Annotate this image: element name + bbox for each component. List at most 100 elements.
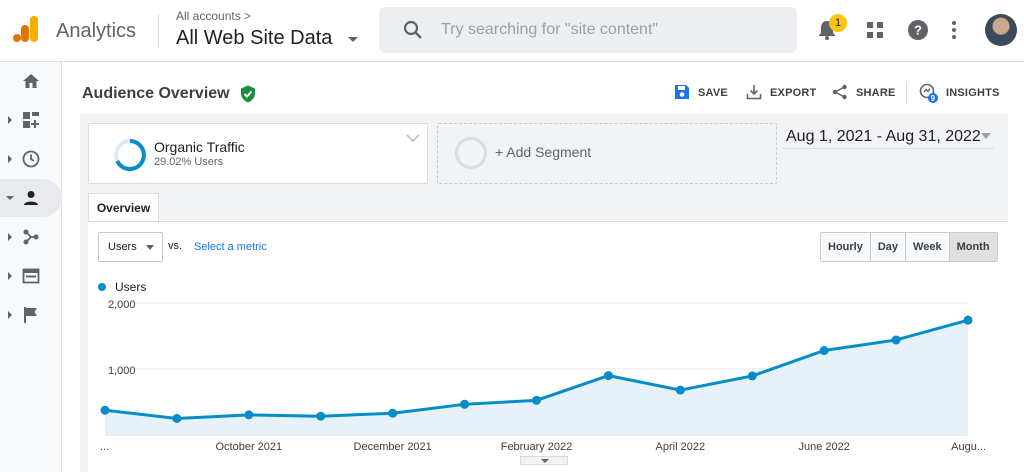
caret-down-icon[interactable] — [981, 133, 991, 139]
caret-down-icon[interactable] — [348, 37, 358, 42]
legend-series-label: Users — [115, 280, 147, 294]
granularity-week-button[interactable]: Week — [906, 233, 950, 261]
share-icon — [832, 84, 847, 100]
x-tick-label: December 2021 — [354, 441, 432, 453]
metric-select[interactable]: Users — [98, 232, 163, 262]
date-range-picker[interactable]: Aug 1, 2021 - Aug 31, 2022 — [786, 128, 981, 146]
expand-arrow-icon — [8, 233, 12, 241]
granularity-hourly-button[interactable]: Hourly — [821, 233, 871, 261]
x-tick-label: February 2022 — [501, 441, 573, 453]
data-point — [891, 335, 901, 345]
x-tick-label: June 2022 — [798, 441, 849, 453]
expand-arrow-icon — [8, 272, 12, 280]
data-point — [172, 414, 182, 423]
insights-icon: 9 — [919, 83, 938, 103]
date-underline — [782, 148, 994, 149]
home-icon — [23, 74, 39, 88]
account-breadcrumb[interactable]: All accounts > — [176, 9, 251, 23]
export-download-icon — [746, 85, 762, 100]
expand-arrow-icon — [8, 116, 12, 124]
realtime-clock-icon — [22, 150, 40, 168]
account-label[interactable]: All accounts — [176, 9, 241, 23]
data-point — [460, 399, 470, 409]
more-vert-icon[interactable] — [951, 20, 957, 40]
sidebar-item-acquisition[interactable] — [0, 218, 62, 256]
legend-dot-icon — [98, 283, 106, 291]
sidebar-item-home[interactable] — [0, 62, 62, 100]
users-line-chart[interactable]: 1,000 2,000... October 2021 December 2021 Fe… — [88, 295, 988, 455]
segment-ring-icon — [114, 139, 146, 171]
search-icon — [403, 20, 422, 39]
audience-person-icon — [24, 191, 38, 205]
granularity-day-button[interactable]: Day — [870, 233, 907, 261]
data-point — [747, 371, 757, 381]
top-bar: Analytics All accounts > All Web Site Da… — [0, 0, 1024, 62]
insights-badge: 9 — [931, 94, 936, 103]
sidebar-item-behavior[interactable] — [0, 257, 62, 295]
save-button[interactable]: SAVE — [675, 85, 728, 99]
caret-down-icon — [146, 245, 154, 250]
insights-label: INSIGHTS — [946, 87, 1000, 99]
series-area — [105, 320, 968, 435]
conversions-flag-icon — [24, 307, 37, 323]
sidebar-item-conversions[interactable] — [0, 296, 62, 334]
app-name: Analytics — [56, 20, 137, 42]
verified-check-icon — [241, 85, 255, 103]
page-title: Audience Overview — [82, 85, 230, 102]
data-point — [675, 385, 685, 395]
sidebar-item-realtime[interactable] — [0, 140, 62, 178]
x-tick-label: April 2022 — [656, 441, 706, 453]
expand-arrow-icon — [8, 311, 12, 319]
customization-icon — [23, 112, 39, 128]
share-label: SHARE — [856, 87, 896, 99]
save-icon — [675, 85, 689, 99]
data-point — [532, 395, 541, 405]
export-button[interactable]: EXPORT — [746, 85, 817, 100]
toolbar-divider — [906, 82, 907, 104]
segment-name: Organic Traffic — [154, 139, 245, 155]
save-label: SAVE — [698, 87, 728, 99]
chevron-right-icon: > — [244, 9, 252, 23]
data-point — [388, 408, 398, 418]
export-label: EXPORT — [770, 87, 817, 99]
avatar[interactable] — [985, 14, 1017, 46]
chart-legend: Users — [98, 280, 146, 294]
search-bar[interactable] — [379, 7, 797, 53]
x-tick-label: ... — [100, 441, 109, 453]
help-icon[interactable]: ? — [907, 19, 929, 41]
collapse-arrow-icon — [6, 196, 14, 200]
vs-label: vs. — [168, 240, 183, 252]
segment-subtitle: 29.02% Users — [154, 156, 224, 168]
sidebar-item-customization[interactable] — [0, 101, 62, 139]
data-point — [963, 315, 973, 325]
chevron-down-icon[interactable] — [405, 132, 421, 144]
select-metric-link[interactable]: Select a metric — [194, 241, 267, 253]
apps-grid-icon[interactable] — [866, 21, 884, 39]
granularity-month-button[interactable]: Month — [949, 233, 997, 261]
expand-arrow-icon — [8, 155, 12, 163]
notification-badge: 1 — [829, 14, 847, 32]
data-point — [244, 410, 254, 420]
svg-text:?: ? — [914, 23, 922, 38]
y-tick-label: 2,000 — [108, 299, 136, 311]
data-point — [316, 411, 326, 421]
insights-button[interactable]: 9 INSIGHTS — [919, 83, 1000, 103]
x-tick-label: Augu... — [951, 441, 986, 453]
segment-card-organic[interactable]: Organic Traffic 29.02% Users — [88, 123, 428, 184]
sidebar-item-audience[interactable] — [0, 179, 62, 217]
analytics-logo[interactable] — [12, 14, 40, 44]
collapse-chart-handle[interactable] — [520, 456, 568, 465]
sidebar — [0, 62, 62, 472]
add-segment-button[interactable]: + Add Segment — [437, 123, 777, 184]
data-point — [603, 371, 613, 381]
header-divider — [158, 14, 159, 48]
property-selector[interactable]: All Web Site Data — [176, 27, 332, 50]
empty-segment-circle-icon — [455, 137, 487, 169]
share-button[interactable]: SHARE — [832, 84, 896, 100]
data-point — [100, 405, 110, 415]
y-tick-label: 1,000 — [108, 365, 136, 377]
tab-overview[interactable]: Overview — [88, 193, 159, 222]
metric-select-value: Users — [108, 241, 137, 253]
granularity-toggle: Hourly Day Week Month — [820, 232, 998, 262]
search-input[interactable] — [441, 19, 781, 41]
